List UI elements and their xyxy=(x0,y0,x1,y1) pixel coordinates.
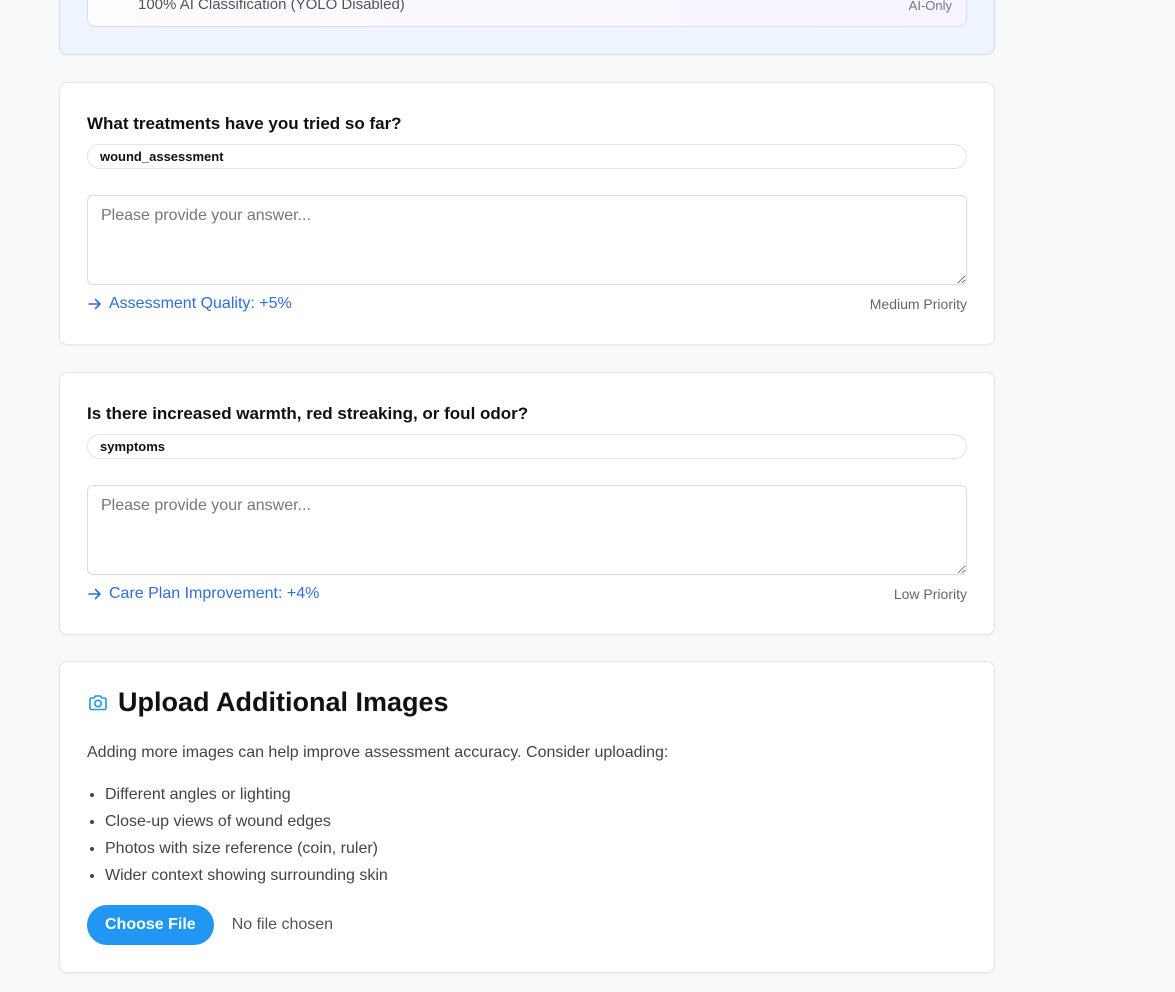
question-title: What treatments have you tried so far? xyxy=(87,114,402,133)
classification-mode-text: 100% AI Classification (YOLO Disabled) xyxy=(138,0,405,13)
classification-panel: 100% AI Classification (YOLO Disabled) A… xyxy=(59,0,995,55)
answer-textarea[interactable] xyxy=(87,485,967,575)
answer-textarea[interactable] xyxy=(87,195,967,285)
impact-text: Assessment Quality: +5% xyxy=(109,295,292,312)
impact-text: Care Plan Improvement: +4% xyxy=(109,585,320,602)
question-card-symptoms: Is there increased warmth, red streaking… xyxy=(59,372,995,635)
list-item: Different angles or lighting xyxy=(105,784,388,811)
file-status-text: No file chosen xyxy=(231,916,334,933)
priority-label: Medium Priority xyxy=(869,296,967,312)
impact-indicator: Assessment Quality: +5% xyxy=(87,295,292,313)
question-card-treatments: What treatments have you tried so far? w… xyxy=(59,82,995,345)
file-input: Choose File No file chosen xyxy=(87,905,333,945)
upload-header: Upload Additional Images xyxy=(87,687,449,718)
choose-file-button[interactable]: Choose File xyxy=(87,905,214,945)
list-item: Wider context showing surrounding skin xyxy=(105,865,388,892)
question-category-badge: symptoms xyxy=(87,434,967,459)
upload-title: Upload Additional Images xyxy=(118,687,449,717)
camera-icon xyxy=(87,692,109,714)
priority-label: Low Priority xyxy=(893,586,967,602)
question-title: Is there increased warmth, red streaking… xyxy=(87,404,529,423)
upload-tips-list: Different angles or lighting Close-up vi… xyxy=(105,784,388,892)
classification-mode-tag: AI-Only xyxy=(908,0,952,13)
upload-images-card: Upload Additional Images Adding more ima… xyxy=(59,661,995,973)
list-item: Close-up views of wound edges xyxy=(105,811,388,838)
arrow-right-icon xyxy=(88,298,101,310)
arrow-right-icon xyxy=(88,588,101,600)
classification-mode-box: 100% AI Classification (YOLO Disabled) A… xyxy=(87,0,967,27)
impact-indicator: Care Plan Improvement: +4% xyxy=(87,585,319,603)
list-item: Photos with size reference (coin, ruler) xyxy=(105,838,388,865)
page: 100% AI Classification (YOLO Disabled) A… xyxy=(0,0,1175,992)
question-category-badge: wound_assessment xyxy=(87,144,967,169)
upload-description: Adding more images can help improve asse… xyxy=(87,744,669,761)
